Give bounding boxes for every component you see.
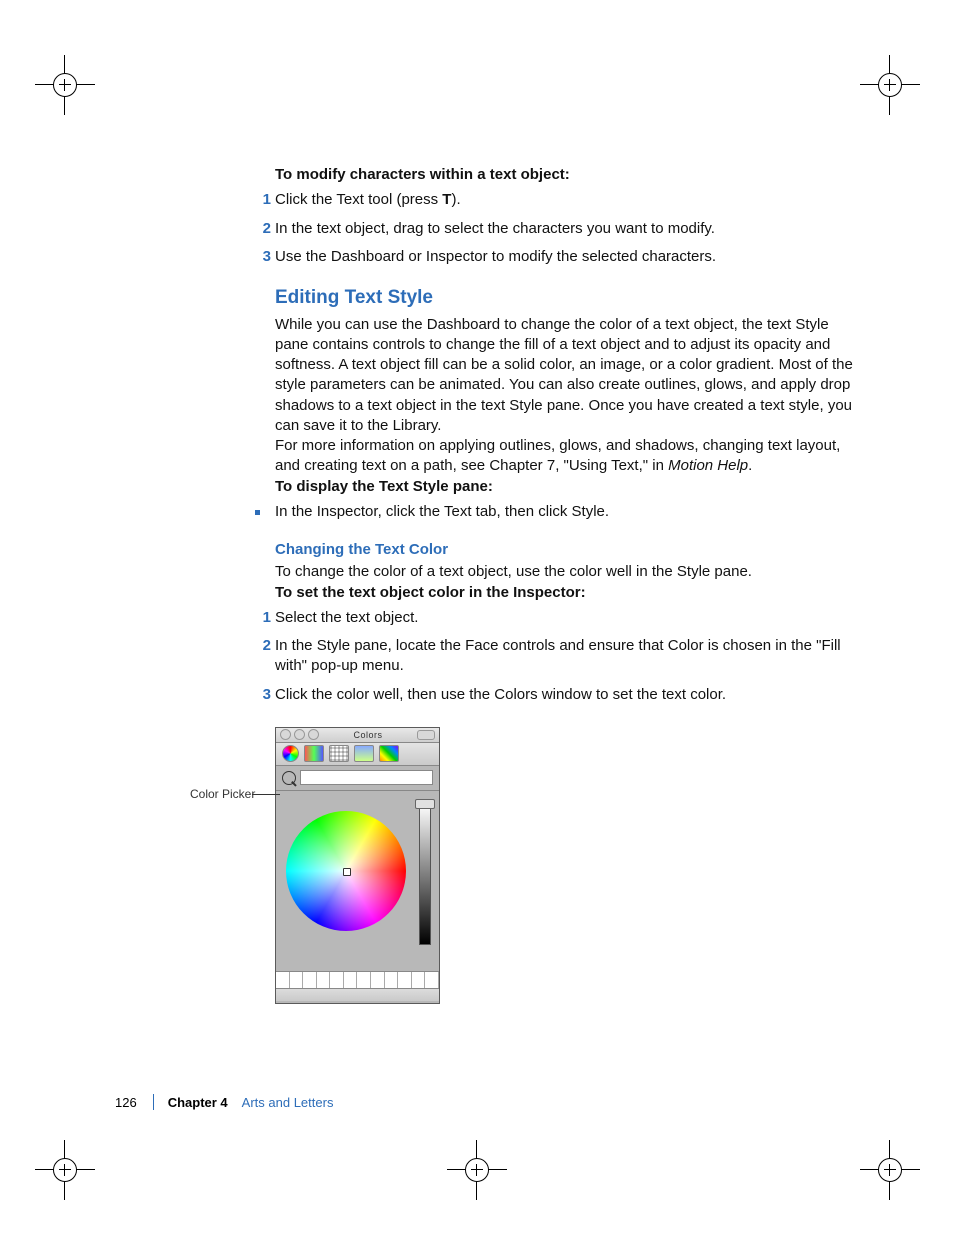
swatch-cell bbox=[425, 972, 439, 988]
subsection-heading: Changing the Text Color bbox=[275, 540, 855, 560]
task-intro: To display the Text Style pane: bbox=[275, 477, 855, 497]
step-text: Click the color well, then use the Color… bbox=[275, 686, 726, 703]
print-registration-mark bbox=[860, 1140, 920, 1200]
swatch-cell bbox=[385, 972, 399, 988]
print-registration-mark bbox=[35, 55, 95, 115]
step-number: 2 bbox=[251, 636, 271, 656]
window-titlebar: Colors bbox=[276, 728, 439, 743]
bullet-item: In the Inspector, click the Text tab, th… bbox=[275, 502, 855, 522]
paragraph: While you can use the Dashboard to chang… bbox=[275, 315, 855, 437]
step-text: In the Style pane, locate the Face contr… bbox=[275, 637, 841, 674]
task-intro: To set the text object color in the Insp… bbox=[275, 583, 855, 603]
color-picker-row bbox=[276, 766, 439, 791]
brightness-slider-thumb bbox=[415, 799, 435, 809]
step-item: 1 Click the Text tool (press T). bbox=[275, 190, 855, 210]
color-mode-toolbar bbox=[276, 743, 439, 766]
toolbar-pill-icon bbox=[417, 730, 435, 740]
swatch-cell bbox=[344, 972, 358, 988]
traffic-zoom-icon bbox=[308, 729, 319, 740]
swatch-cell bbox=[357, 972, 371, 988]
swatch-row bbox=[276, 971, 439, 989]
print-registration-mark bbox=[35, 1140, 95, 1200]
paragraph: For more information on applying outline… bbox=[275, 436, 855, 477]
step-item: 1 Select the text object. bbox=[275, 608, 855, 628]
step-number: 2 bbox=[251, 219, 271, 239]
body-text-column: To modify characters within a text objec… bbox=[275, 165, 855, 1002]
step-item: 2 In the Style pane, locate the Face con… bbox=[275, 636, 855, 677]
print-registration-mark bbox=[447, 1140, 507, 1200]
step-item: 3 Use the Dashboard or Inspector to modi… bbox=[275, 247, 855, 267]
chapter-label: Chapter 4 bbox=[168, 1095, 228, 1110]
color-sliders-mode-icon bbox=[304, 745, 324, 762]
step-text: Click the Text tool (press T). bbox=[275, 191, 461, 208]
swatch-cell bbox=[412, 972, 426, 988]
swatch-cell bbox=[290, 972, 304, 988]
swatch-cell bbox=[317, 972, 331, 988]
traffic-minimize-icon bbox=[294, 729, 305, 740]
section-heading: Editing Text Style bbox=[275, 285, 855, 311]
chapter-title: Arts and Letters bbox=[242, 1095, 334, 1110]
window-title: Colors bbox=[322, 729, 414, 741]
step-text: Select the text object. bbox=[275, 609, 418, 626]
step-number: 1 bbox=[251, 608, 271, 628]
colors-window: Colors bbox=[275, 727, 440, 1004]
step-number: 3 bbox=[251, 247, 271, 267]
color-wheel-area bbox=[276, 791, 439, 971]
color-wheel-cursor bbox=[343, 868, 351, 876]
swatch-cell bbox=[276, 972, 290, 988]
print-registration-mark bbox=[860, 55, 920, 115]
paragraph: To change the color of a text object, us… bbox=[275, 562, 855, 582]
brightness-slider-track bbox=[419, 803, 431, 945]
step-number: 1 bbox=[251, 190, 271, 210]
color-preview-field bbox=[300, 770, 433, 785]
window-footer bbox=[276, 989, 439, 1001]
color-palettes-mode-icon bbox=[329, 745, 349, 762]
swatch-cell bbox=[330, 972, 344, 988]
figure-callout-label: Color Picker bbox=[190, 787, 255, 801]
page-footer: 126 Chapter 4 Arts and Letters bbox=[115, 1094, 333, 1110]
traffic-close-icon bbox=[280, 729, 291, 740]
step-item: 3 Click the color well, then use the Col… bbox=[275, 685, 855, 705]
crayons-mode-icon bbox=[379, 745, 399, 762]
step-item: 2 In the text object, drag to select the… bbox=[275, 219, 855, 239]
figure-colors-window: Colors bbox=[275, 727, 440, 1002]
step-text: In the text object, drag to select the c… bbox=[275, 220, 715, 237]
figure-callout-line bbox=[252, 794, 280, 795]
magnifier-icon bbox=[282, 771, 296, 785]
swatch-cell bbox=[303, 972, 317, 988]
swatch-cell bbox=[398, 972, 412, 988]
color-wheel-mode-icon bbox=[282, 745, 299, 762]
swatch-cell bbox=[371, 972, 385, 988]
image-palettes-mode-icon bbox=[354, 745, 374, 762]
task-intro: To modify characters within a text objec… bbox=[275, 165, 855, 185]
step-text: Use the Dashboard or Inspector to modify… bbox=[275, 248, 716, 265]
footer-divider bbox=[153, 1094, 154, 1110]
page-number: 126 bbox=[115, 1095, 137, 1110]
step-number: 3 bbox=[251, 685, 271, 705]
page: To modify characters within a text objec… bbox=[0, 0, 954, 1235]
